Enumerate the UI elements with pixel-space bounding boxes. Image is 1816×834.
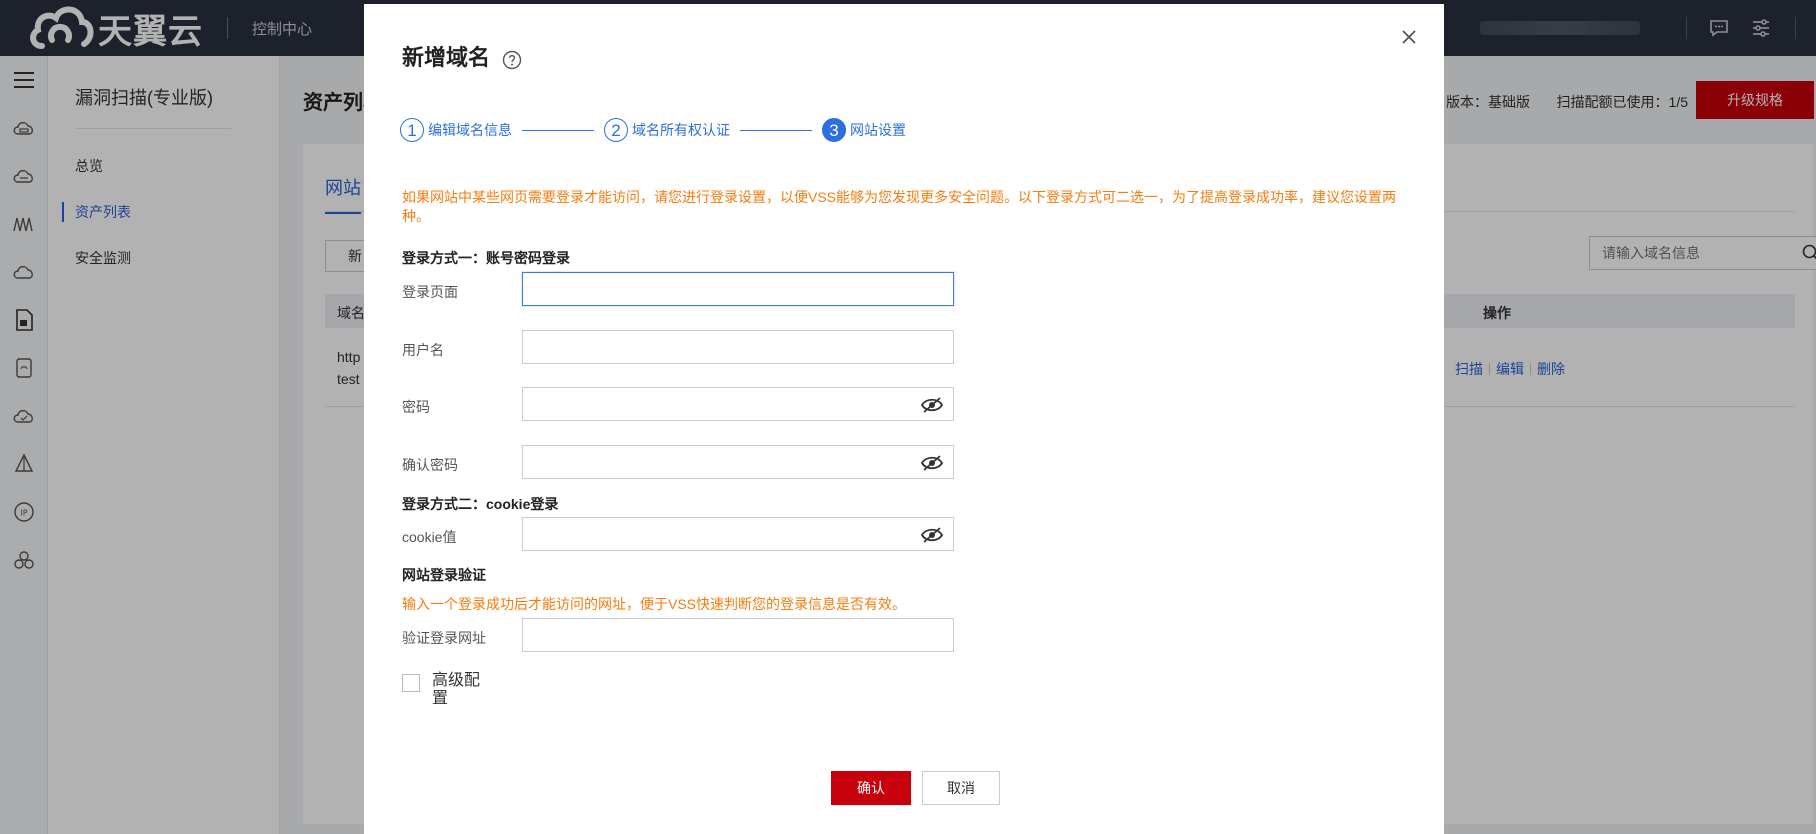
step-label: 网站设置 (850, 122, 906, 138)
close-icon[interactable] (1398, 26, 1420, 48)
username-input[interactable] (523, 331, 953, 363)
step-number: 2 (604, 118, 628, 142)
advanced-config-checkbox[interactable] (402, 674, 420, 692)
verify-url-label: 验证登录网址 (402, 630, 486, 646)
step-website-settings: 3 网站设置 (822, 118, 906, 142)
login-page-field (522, 272, 954, 306)
verify-url-input[interactable] (523, 619, 953, 651)
advanced-config[interactable]: 高级配置 (402, 672, 488, 708)
verify-hint: 输入一个登录成功后才能访问的网址，便于VSS快速判断您的登录信息是否有效。 (402, 596, 907, 612)
cancel-button[interactable]: 取消 (922, 771, 1000, 805)
eye-hidden-icon[interactable] (921, 526, 943, 544)
step-edit-domain: 1 编辑域名信息 (400, 118, 512, 142)
eye-hidden-icon[interactable] (921, 454, 943, 472)
username-label: 用户名 (402, 342, 444, 358)
password-field (522, 387, 954, 421)
username-field (522, 330, 954, 364)
step-number: 3 (822, 118, 846, 142)
login-notice: 如果网站中某些网页需要登录才能访问，请您进行登录设置，以便VSS能够为您发现更多… (402, 189, 1397, 224)
cookie-label: cookie值 (402, 529, 457, 545)
verify-url-field (522, 618, 954, 652)
dialog-title: 新增域名 (402, 45, 491, 70)
step-connector (522, 129, 594, 131)
login-page-label: 登录页面 (402, 284, 458, 300)
cookie-field (522, 517, 954, 551)
step-label: 编辑域名信息 (428, 122, 512, 138)
login-page-input[interactable] (523, 273, 953, 305)
confirm-password-label: 确认密码 (402, 457, 458, 473)
help-icon[interactable] (502, 50, 522, 73)
progress-steps: 1 编辑域名信息 2 域名所有权认证 3 网站设置 (400, 118, 906, 142)
advanced-config-label: 高级配置 (432, 672, 481, 707)
confirm-password-field (522, 445, 954, 479)
password-label: 密码 (402, 399, 430, 415)
add-domain-dialog: 新增域名 1 编辑域名信息 2 域名所有权认证 3 网站设置 如果网站中某些网页… (364, 4, 1444, 834)
eye-hidden-icon[interactable] (921, 396, 943, 414)
confirm-password-input[interactable] (523, 446, 953, 478)
verify-title: 网站登录验证 (402, 567, 486, 583)
method2-title: 登录方式二：cookie登录 (402, 496, 559, 512)
method1-title: 登录方式一：账号密码登录 (402, 250, 570, 266)
password-input[interactable] (523, 388, 953, 420)
step-connector (740, 129, 812, 131)
step-label: 域名所有权认证 (632, 122, 730, 138)
confirm-button[interactable]: 确认 (831, 771, 911, 805)
cookie-input[interactable] (523, 518, 953, 550)
step-ownership-verify: 2 域名所有权认证 (604, 118, 730, 142)
step-number: 1 (400, 118, 424, 142)
